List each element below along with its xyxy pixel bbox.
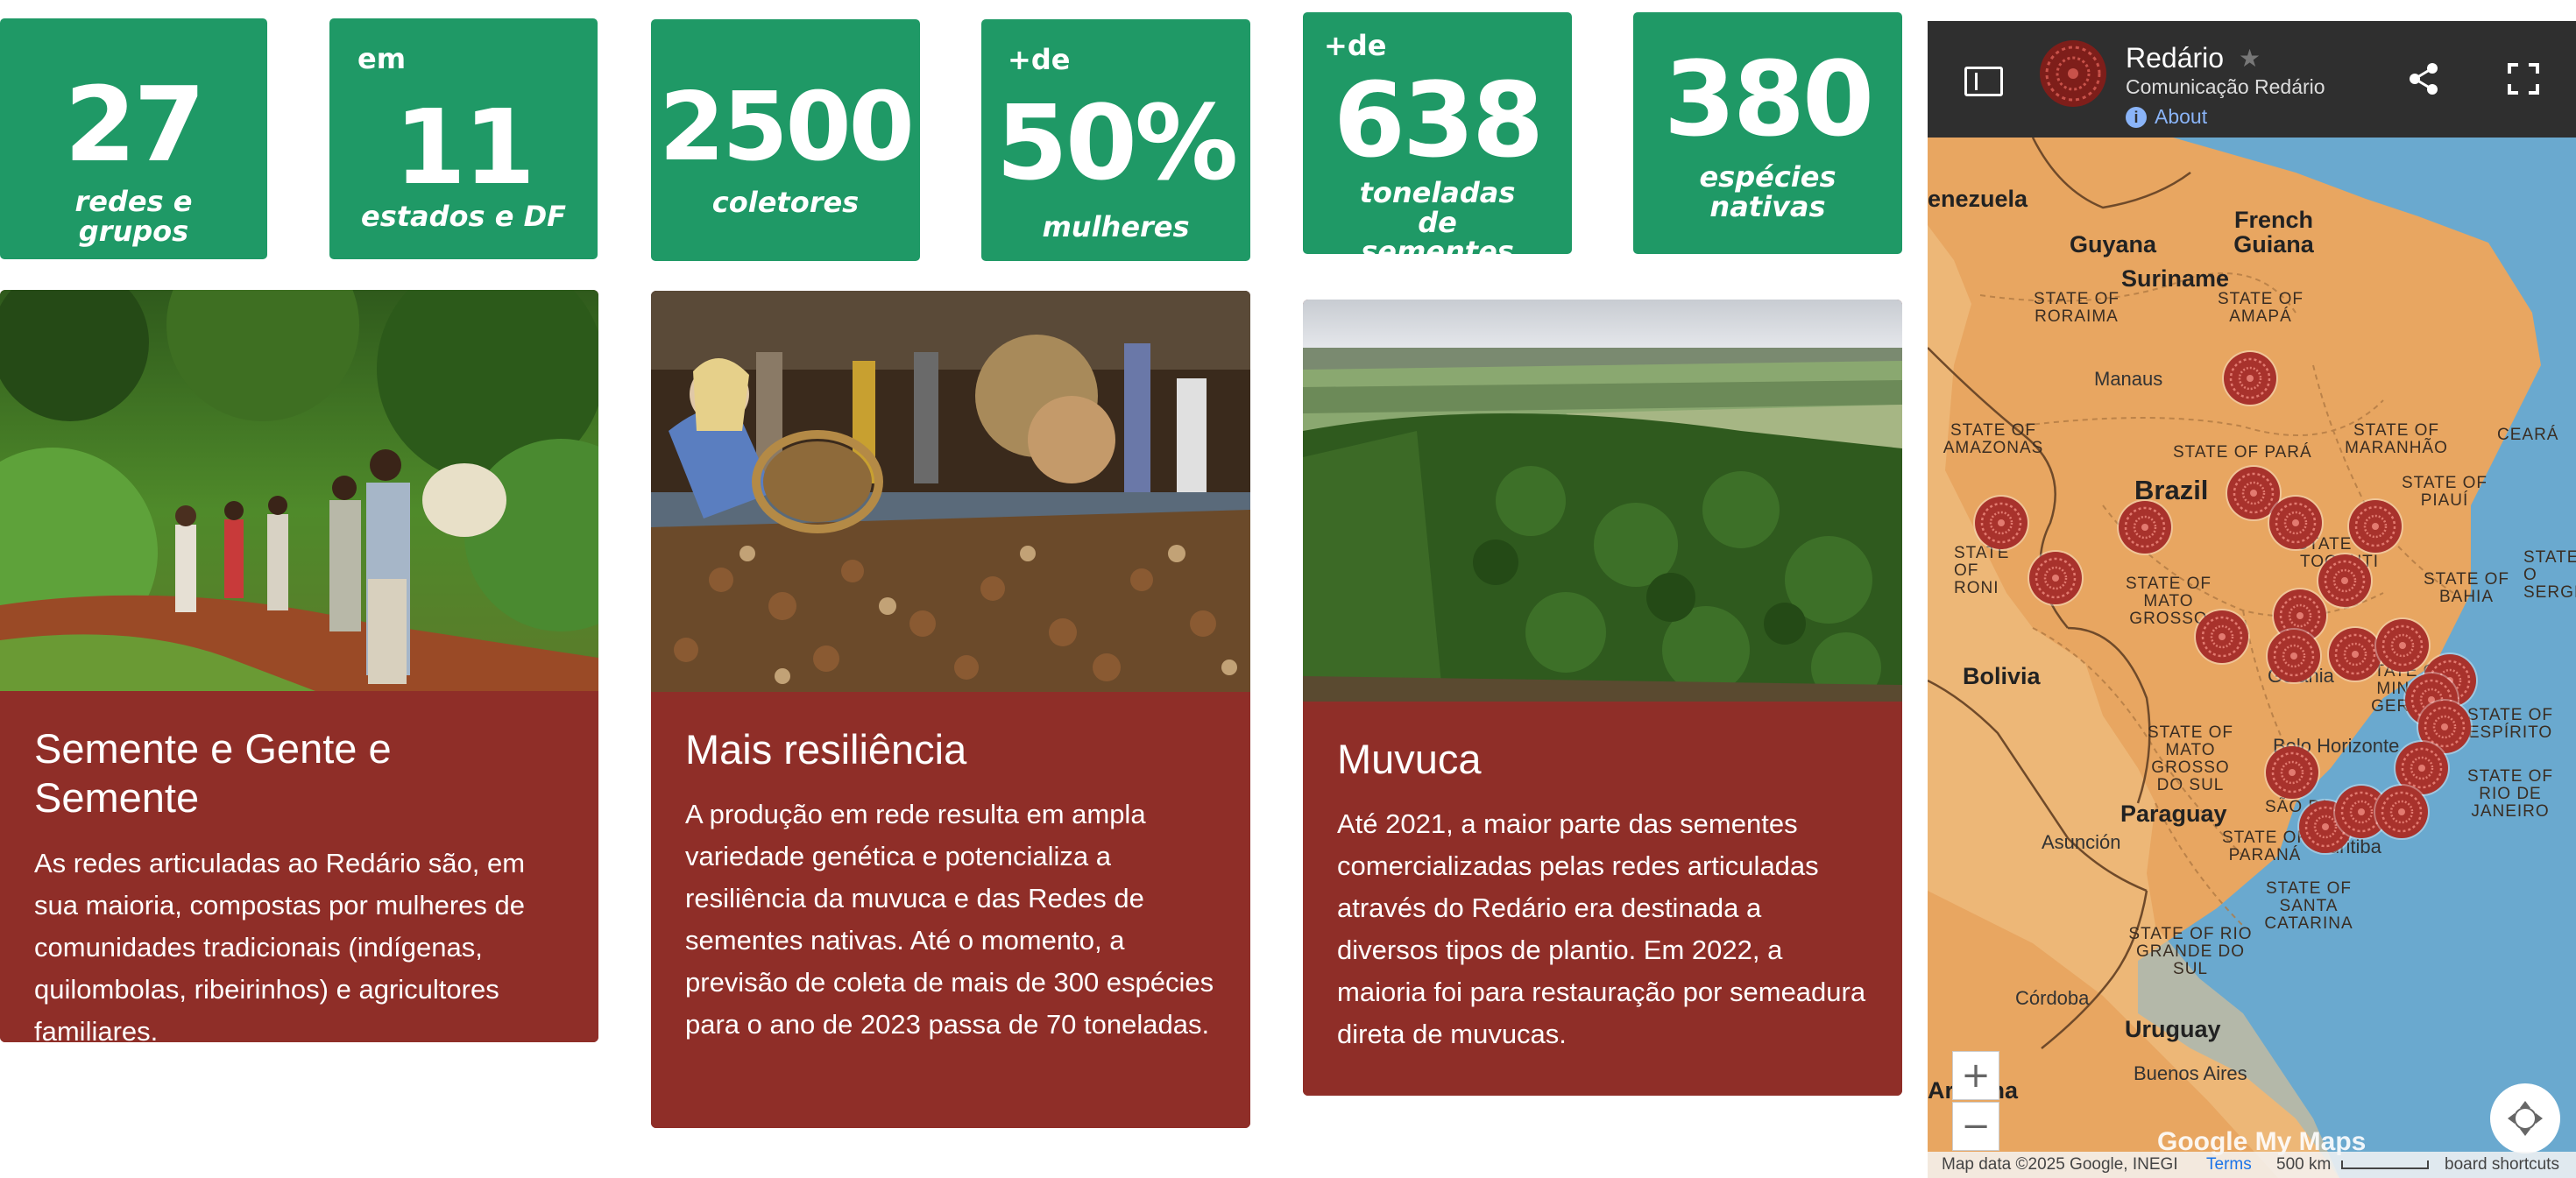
label-uruguay: Uruguay (2125, 1016, 2221, 1042)
seed-network-marker[interactable] (1975, 497, 2028, 549)
map-title: Redário (2126, 42, 2225, 74)
seed-network-marker[interactable] (2318, 554, 2371, 607)
label-rgs: STATE OF RIO GRANDE DO SUL (2128, 925, 2253, 978)
fullscreen-icon[interactable] (2506, 61, 2541, 96)
stat-caption: redes e grupos (74, 185, 193, 248)
seed-network-marker[interactable] (2119, 501, 2171, 554)
label-para: STATE OF PARÁ (2173, 443, 2312, 462)
label-roraima: STATE OF RORAIMA (2033, 290, 2120, 326)
zoom-out-button[interactable]: − (1952, 1102, 1999, 1151)
info-icon[interactable]: i (2126, 107, 2147, 128)
stat-number: 50% (995, 82, 1238, 203)
card-body: Semente e Gente e Semente As redes artic… (0, 691, 598, 1042)
stat-tile-species: 380 espécies nativas (1633, 12, 1902, 254)
label-suriname: Suriname (2121, 265, 2230, 292)
stat-tile-tons: +de 638 toneladas de sementes (1303, 12, 1572, 266)
label-santa-catarina: STATE OF SANTA CATARINA (2264, 879, 2353, 933)
photo-seed-processing (651, 291, 1250, 692)
map-attribution-bar: Map data ©2025 Google, INEGI Terms 500 k… (1928, 1152, 2576, 1178)
label-espirito: STATE OF ESPÍRITO (2466, 706, 2554, 742)
card-body: Muvuca Até 2021, a maior parte das semen… (1303, 702, 1902, 1096)
label-amazonas: STATE OF AMAZONAS (1943, 421, 2044, 457)
stat-number: 638 (1333, 60, 1544, 180)
stat-caption: mulheres (1042, 210, 1190, 243)
map-canvas[interactable]: enezuela Guyana French Guiana Suriname B… (1928, 138, 2576, 1178)
label-guyana: Guyana (2070, 231, 2157, 257)
card-text: As redes articuladas ao Redário são, em … (34, 847, 526, 1042)
label-argentina-a: Ar (1928, 1077, 1955, 1104)
photo-seed-collectors (0, 290, 598, 691)
stat-caption: espécies nativas (1699, 160, 1836, 223)
label-piaui: STATE OF PIAUÍ (2401, 474, 2488, 510)
label-french-guiana: French Guiana (2233, 207, 2314, 258)
seed-network-marker[interactable] (2224, 352, 2276, 405)
stat-caption: toneladas de sementes (1359, 176, 1516, 269)
stat-number: 27 (64, 64, 205, 185)
zoom-in-button[interactable]: + (1952, 1051, 1999, 1100)
keyboard-shortcuts-link[interactable]: board shortcuts (2445, 1155, 2559, 1174)
map-avatar (2040, 40, 2106, 107)
stat-prefix: +de (1324, 29, 1387, 62)
seed-network-marker[interactable] (2269, 497, 2322, 549)
terms-link[interactable]: Terms (2206, 1155, 2252, 1174)
seed-network-marker[interactable] (2376, 619, 2429, 672)
move-arrows-icon (2508, 1101, 2543, 1136)
stat-number: 380 (1663, 39, 1874, 159)
map-header: Redário ★ Comunicação Redário i About (1928, 21, 2576, 138)
label-ceara: CEARÁ (2497, 426, 2559, 444)
label-paraguay: Paraguay (2120, 801, 2227, 827)
label-bolivia: Bolivia (1963, 663, 2041, 689)
label-rio: STATE OF RIO DE JANEIRO (2466, 767, 2554, 821)
card-muvuca: Muvuca Até 2021, a maior parte das semen… (1303, 300, 1902, 1096)
label-ms: STATE OF MATO GROSSO DO SUL (2147, 723, 2234, 794)
label-amapa: STATE OF AMAPÁ (2217, 290, 2304, 326)
photo-forest-aerial (1303, 300, 1902, 702)
stat-tile-states: em 11 estados e DF (329, 18, 598, 259)
seed-network-marker[interactable] (2266, 746, 2318, 799)
card-text: Até 2021, a maior parte das sementes com… (1337, 808, 1866, 1050)
share-icon[interactable] (2406, 61, 2441, 96)
seed-network-marker[interactable] (2349, 500, 2402, 553)
label-rondonia: STATE OF RONI (1954, 544, 2010, 597)
embedded-map[interactable]: Redário ★ Comunicação Redário i About en… (1928, 21, 2576, 1178)
card-body: Mais resiliência A produção em rede resu… (651, 692, 1250, 1128)
stat-tile-women: +de 50% mulheres (981, 19, 1250, 261)
recenter-button[interactable] (2490, 1083, 2560, 1153)
card-title: Mais resiliência (685, 726, 967, 772)
seed-network-marker[interactable] (2329, 628, 2381, 681)
stat-tile-collectors: 2500 coletores (651, 19, 920, 261)
card-title: Semente e Gente e Semente (34, 725, 392, 822)
star-icon[interactable]: ★ (2239, 44, 2261, 73)
card-text: A produção em rede resulta em ampla vari… (685, 799, 1214, 1040)
seed-network-marker[interactable] (2268, 630, 2320, 682)
seed-network-marker[interactable] (2375, 786, 2428, 838)
stat-prefix: +de (1008, 43, 1071, 76)
card-mais-resiliencia: Mais resiliência A produção em rede resu… (651, 291, 1250, 1128)
stat-number: 2500 (659, 73, 915, 182)
card-title: Muvuca (1337, 736, 1482, 782)
seed-network-marker[interactable] (2029, 552, 2082, 604)
label-manaus: Manaus (2094, 368, 2163, 390)
map-subtitle: Comunicação Redário (2126, 75, 2325, 98)
stat-caption: estados e DF (361, 200, 566, 233)
seed-network-marker[interactable] (2196, 610, 2248, 663)
scale-bar (2341, 1160, 2429, 1169)
label-asuncion: Asunción (2042, 831, 2121, 853)
stat-prefix: em (357, 42, 407, 75)
sidebar-toggle-icon[interactable] (1964, 67, 2003, 96)
card-semente-e-gente: Semente e Gente e Semente As redes artic… (0, 290, 598, 1042)
stat-caption: coletores (711, 186, 860, 219)
map-attribution: Map data ©2025 Google, INEGI (1942, 1155, 2178, 1174)
scale-label: 500 km (2276, 1155, 2332, 1174)
stat-number: 11 (393, 87, 535, 208)
label-maranhao: STATE OF MARANHÃO (2345, 421, 2448, 457)
label-sergipe: STATE O SERGIPE (2523, 548, 2576, 602)
label-buenos-aires: Buenos Aires (2134, 1062, 2247, 1084)
label-cordoba: Córdoba (2015, 987, 2090, 1009)
label-venezuela: enezuela (1928, 186, 2028, 212)
about-link[interactable]: About (2155, 105, 2207, 129)
label-bahia: STATE OF BAHIA (2423, 570, 2510, 606)
stat-tile-networks: 27 redes e grupos (0, 18, 267, 259)
